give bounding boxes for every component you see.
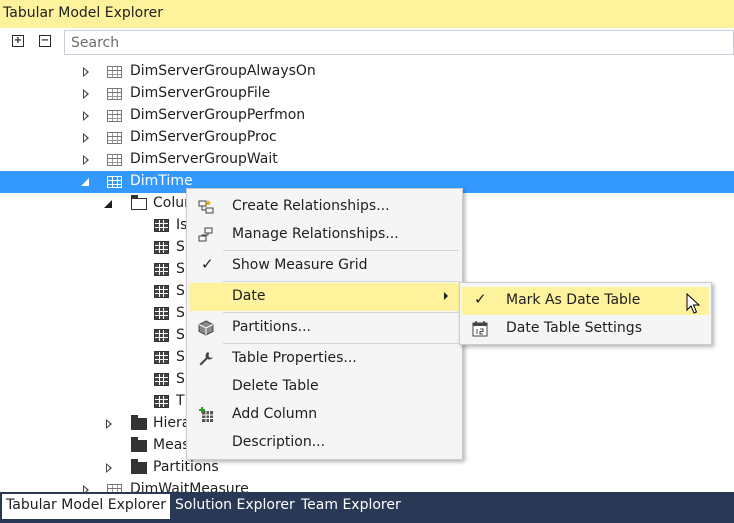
column-icon [154, 395, 169, 408]
search-input[interactable] [65, 31, 733, 54]
tree-item-table[interactable]: DimServerGroupPerfmon [0, 105, 734, 127]
tab-tabular-model-explorer[interactable]: Tabular Model Explorer [2, 494, 171, 519]
menu-separator [223, 281, 459, 282]
collapse-arrow-icon[interactable] [104, 200, 112, 208]
expand-arrow-icon[interactable] [106, 419, 112, 429]
search-box[interactable] [64, 30, 734, 55]
table-context-menu: Create Relationships... Manage Relations… [186, 188, 463, 460]
menu-separator [223, 312, 459, 313]
column-icon [154, 219, 169, 232]
tree-item-table[interactable]: DimServerGroupWait [0, 149, 734, 171]
column-icon [154, 307, 169, 320]
folder-icon [131, 415, 147, 430]
expand-arrow-icon[interactable] [106, 463, 112, 473]
checkmark-icon: ✓ [474, 290, 487, 308]
table-icon [107, 110, 122, 122]
add-column-icon [199, 407, 213, 422]
menu-separator [223, 343, 459, 344]
menu-item-mark-as-date-table[interactable]: ✓ Mark As Date Table [462, 287, 709, 315]
table-icon [107, 154, 122, 166]
tab-team-explorer[interactable]: Team Explorer [297, 494, 405, 519]
partitions-cube-icon [198, 320, 214, 336]
table-icon [107, 484, 122, 492]
column-icon [154, 263, 169, 276]
submenu-arrow-icon [444, 292, 448, 300]
menu-item-delete-table[interactable]: Delete Table [189, 373, 460, 401]
date-submenu: ✓ Mark As Date Table Date Table Settings [459, 282, 712, 345]
expand-arrow-icon[interactable] [83, 155, 89, 165]
menu-item-date[interactable]: Date [189, 283, 460, 311]
table-icon [107, 132, 122, 144]
tree-item-partitions-folder[interactable]: Partitions [0, 457, 734, 479]
column-icon [154, 351, 169, 364]
window-title: Tabular Model Explorer [0, 0, 734, 28]
menu-item-manage-relationships[interactable]: Manage Relationships... [189, 221, 460, 249]
manage-relationships-icon [198, 227, 213, 242]
column-icon [154, 241, 169, 254]
menu-separator [223, 250, 459, 251]
wrench-icon [199, 352, 213, 366]
collapse-all-button[interactable]: − [39, 35, 51, 47]
menu-item-partitions[interactable]: Partitions... [189, 314, 460, 342]
tab-solution-explorer[interactable]: Solution Explorer [171, 494, 299, 519]
menu-item-table-properties[interactable]: Table Properties... [189, 345, 460, 373]
toolbar: + − [0, 28, 734, 58]
menu-item-create-relationships[interactable]: Create Relationships... [189, 193, 460, 221]
menu-item-add-column[interactable]: Add Column [189, 401, 460, 429]
tree-item-table[interactable]: DimServerGroupFile [0, 83, 734, 105]
table-icon [107, 176, 122, 188]
folder-icon [131, 437, 147, 452]
table-icon [107, 66, 122, 78]
mouse-cursor-icon [686, 293, 700, 314]
menu-item-description[interactable]: Description... [189, 429, 460, 457]
expand-arrow-icon[interactable] [83, 111, 89, 121]
tree-item-table[interactable]: DimWaitMeasure [0, 479, 734, 492]
tree-item-table[interactable]: DimServerGroupAlwaysOn [0, 61, 734, 83]
menu-item-show-measure-grid[interactable]: ✓ Show Measure Grid [189, 252, 460, 280]
open-folder-icon [131, 195, 147, 210]
expand-arrow-icon[interactable] [83, 485, 89, 492]
collapse-arrow-icon[interactable] [81, 178, 89, 186]
tree-item-table[interactable]: DimServerGroupProc [0, 127, 734, 149]
expand-arrow-icon[interactable] [83, 133, 89, 143]
table-icon [107, 88, 122, 100]
menu-item-date-table-settings[interactable]: Date Table Settings [462, 315, 709, 343]
bottom-tab-bar: Tabular Model Explorer Solution Explorer… [0, 492, 734, 523]
column-icon [154, 329, 169, 342]
column-icon [154, 373, 169, 386]
checkmark-icon: ✓ [201, 255, 214, 273]
expand-all-button[interactable]: + [12, 35, 24, 47]
folder-icon [131, 459, 147, 474]
expand-arrow-icon[interactable] [83, 89, 89, 99]
create-relationships-icon [198, 200, 214, 214]
calendar-icon [472, 321, 488, 337]
column-icon [154, 285, 169, 298]
expand-arrow-icon[interactable] [83, 67, 89, 77]
